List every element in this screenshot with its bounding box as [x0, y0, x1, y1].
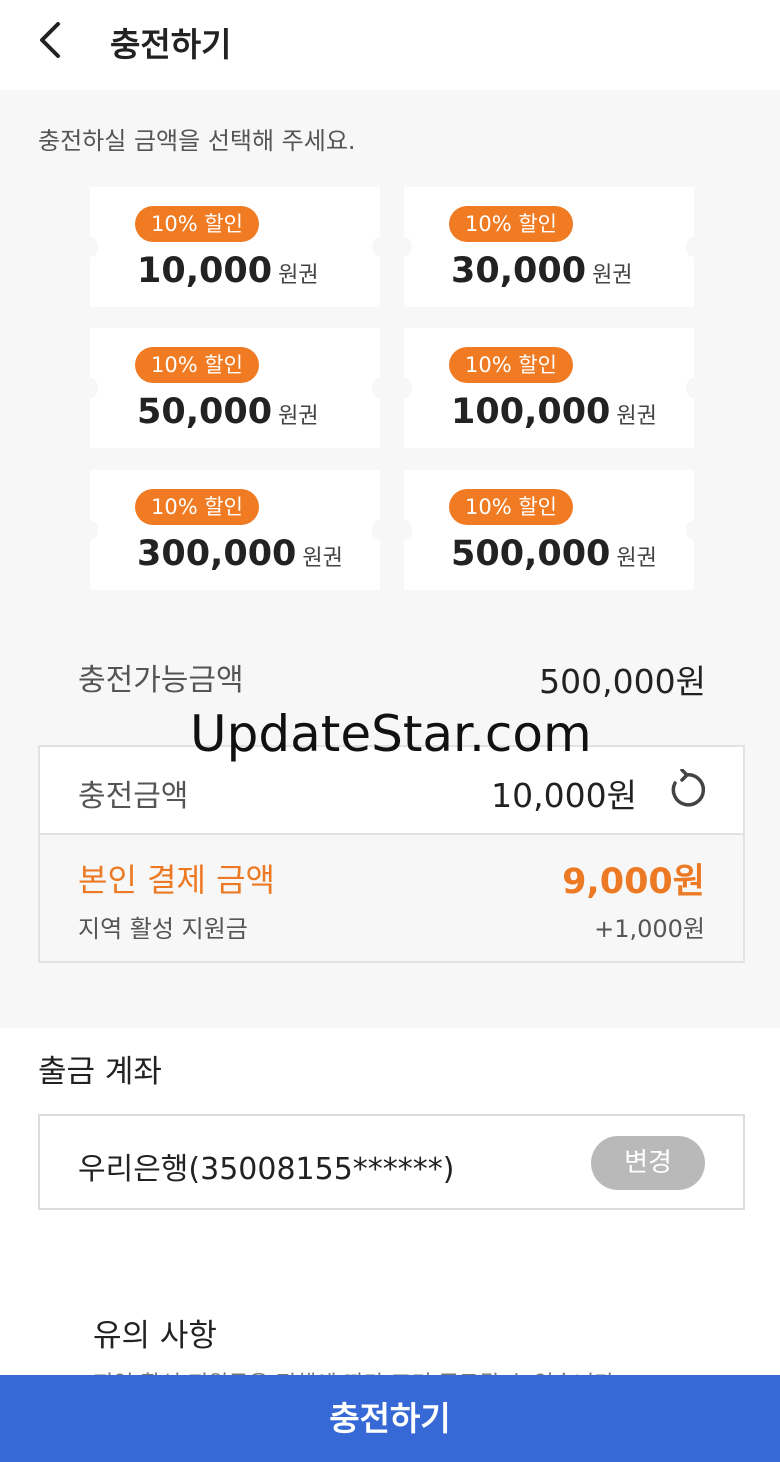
charge-summary: 충전금액 10,000원 본인 결제 금액 9,000원 지역 활성 지원금 +…: [38, 745, 745, 963]
discount-badge: 10% 할인: [449, 347, 573, 383]
payment-amount-label: 본인 결제 금액: [78, 861, 275, 899]
refresh-icon: [671, 768, 706, 807]
voucher-10000[interactable]: 10% 할인 10,000 원권: [82, 187, 388, 307]
withdrawal-account-title: 출금 계좌: [38, 1054, 162, 1090]
notice-title: 유의 사항: [93, 1318, 217, 1354]
discount-badge: 10% 할인: [135, 347, 259, 383]
app-header: 충전하기: [0, 0, 780, 90]
charge-submit-button[interactable]: 충전하기: [0, 1375, 780, 1462]
discount-badge: 10% 할인: [449, 489, 573, 525]
voucher-amount: 100,000 원권: [451, 392, 657, 432]
payment-amount-value: 9,000원: [562, 862, 705, 902]
change-account-button[interactable]: 변경: [591, 1136, 705, 1190]
discount-badge: 10% 할인: [449, 206, 573, 242]
voucher-30000[interactable]: 10% 할인 30,000 원권: [396, 187, 702, 307]
available-amount-value: 500,000원: [539, 662, 706, 701]
page-title: 충전하기: [110, 25, 232, 64]
support-fund-value: +1,000원: [594, 915, 705, 943]
watermark: UpdateStar.com: [190, 705, 592, 763]
voucher-500000[interactable]: 10% 할인 500,000 원권: [396, 470, 702, 590]
support-fund-label: 지역 활성 지원금: [78, 915, 248, 943]
voucher-100000[interactable]: 10% 할인 100,000 원권: [396, 328, 702, 448]
discount-badge: 10% 할인: [135, 206, 259, 242]
available-amount-label: 충전가능금액: [78, 663, 244, 698]
voucher-amount: 500,000 원권: [451, 534, 657, 574]
chevron-left-icon: [40, 22, 60, 58]
voucher-amount: 10,000 원권: [137, 251, 319, 291]
reset-button[interactable]: [665, 768, 707, 811]
voucher-amount: 30,000 원권: [451, 251, 633, 291]
discount-badge: 10% 할인: [135, 489, 259, 525]
back-button[interactable]: [30, 18, 70, 62]
voucher-amount: 300,000 원권: [137, 534, 343, 574]
instruction-text: 충전하실 금액을 선택해 주세요.: [38, 127, 356, 155]
withdrawal-account-box: 우리은행(35008155******) 변경: [38, 1114, 745, 1210]
bank-account-text: 우리은행(35008155******): [78, 1152, 455, 1187]
voucher-50000[interactable]: 10% 할인 50,000 원권: [82, 328, 388, 448]
voucher-amount: 50,000 원권: [137, 392, 319, 432]
charge-amount-value: 10,000원: [491, 776, 637, 815]
voucher-300000[interactable]: 10% 할인 300,000 원권: [82, 470, 388, 590]
charge-amount-label: 충전금액: [78, 779, 189, 814]
